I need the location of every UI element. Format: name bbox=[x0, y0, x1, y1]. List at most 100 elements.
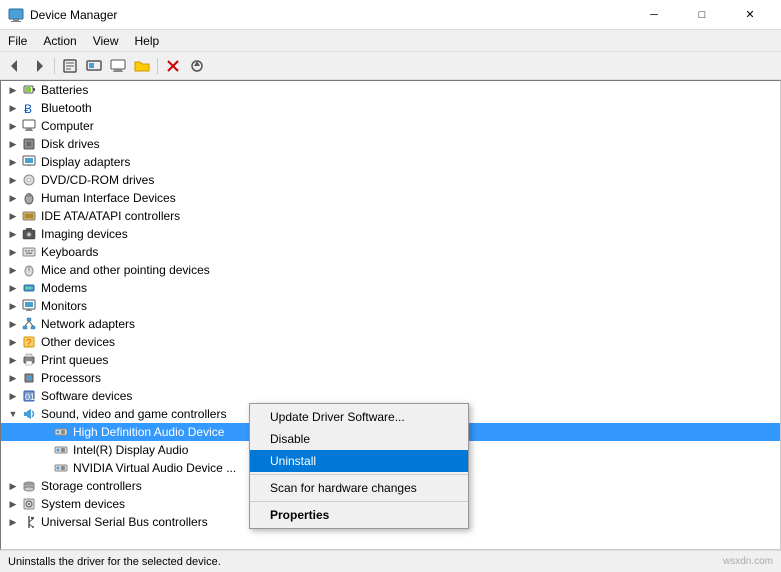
toolbar-computer[interactable] bbox=[107, 55, 129, 77]
icon-display-adapters bbox=[21, 154, 37, 170]
expand-btn-storage-controllers[interactable]: ▶ bbox=[5, 478, 21, 494]
tree-item-computer[interactable]: ▶Computer bbox=[1, 117, 780, 135]
expand-btn-display-adapters[interactable]: ▶ bbox=[5, 154, 21, 170]
title-bar: Device Manager ─ □ ✕ bbox=[0, 0, 781, 30]
icon-modems bbox=[21, 280, 37, 296]
tree-item-batteries[interactable]: ▶Batteries bbox=[1, 81, 780, 99]
main-content: ▶Batteries▶ɃBluetooth▶Computer▶Disk driv… bbox=[0, 80, 781, 550]
icon-print-queues bbox=[21, 352, 37, 368]
expand-btn-processors[interactable]: ▶ bbox=[5, 370, 21, 386]
tree-item-system-devices[interactable]: ▶ System devices bbox=[1, 495, 780, 513]
icon-disk-drives bbox=[21, 136, 37, 152]
label-monitors: Monitors bbox=[41, 299, 780, 313]
tree-item-high-def-audio[interactable]: High Definition Audio Device bbox=[1, 423, 780, 441]
tree-item-storage-controllers[interactable]: ▶ Storage controllers bbox=[1, 477, 780, 495]
expand-btn-batteries[interactable]: ▶ bbox=[5, 82, 21, 98]
expand-btn-imaging[interactable]: ▶ bbox=[5, 226, 21, 242]
label-storage-controllers: Storage controllers bbox=[41, 479, 780, 493]
icon-network bbox=[21, 316, 37, 332]
toolbar-uninstall[interactable] bbox=[162, 55, 184, 77]
label-dvd-rom: DVD/CD-ROM drives bbox=[41, 173, 780, 187]
expand-btn-other-devices[interactable]: ▶ bbox=[5, 334, 21, 350]
icon-storage-controllers bbox=[21, 478, 37, 494]
label-keyboards: Keyboards bbox=[41, 245, 780, 259]
expand-btn-print-queues[interactable]: ▶ bbox=[5, 352, 21, 368]
app-icon bbox=[8, 7, 24, 23]
tree-item-network[interactable]: ▶ Network adapters bbox=[1, 315, 780, 333]
icon-batteries bbox=[21, 82, 37, 98]
label-processors: Processors bbox=[41, 371, 780, 385]
icon-dvd-rom bbox=[21, 172, 37, 188]
label-intel-display-audio: Intel(R) Display Audio bbox=[73, 443, 780, 457]
toolbar-folder[interactable] bbox=[131, 55, 153, 77]
tree-item-print-queues[interactable]: ▶ Print queues bbox=[1, 351, 780, 369]
toolbar-properties[interactable] bbox=[59, 55, 81, 77]
tree-item-imaging[interactable]: ▶Imaging devices bbox=[1, 225, 780, 243]
icon-monitors bbox=[21, 298, 37, 314]
expand-btn-monitors[interactable]: ▶ bbox=[5, 298, 21, 314]
icon-processors bbox=[21, 370, 37, 386]
expand-btn-sound-video[interactable]: ▼ bbox=[5, 406, 21, 422]
label-high-def-audio: High Definition Audio Device bbox=[73, 425, 780, 439]
tree-item-intel-display-audio[interactable]: Intel(R) Display Audio bbox=[1, 441, 780, 459]
toolbar-forward[interactable] bbox=[28, 55, 50, 77]
toolbar-update-driver[interactable] bbox=[83, 55, 105, 77]
minimize-button[interactable]: ─ bbox=[631, 0, 677, 30]
expand-btn-system-devices[interactable]: ▶ bbox=[5, 496, 21, 512]
expand-btn-bluetooth[interactable]: ▶ bbox=[5, 100, 21, 116]
label-network: Network adapters bbox=[41, 317, 780, 331]
expand-btn-network[interactable]: ▶ bbox=[5, 316, 21, 332]
tree-item-keyboards[interactable]: ▶ Keyboards bbox=[1, 243, 780, 261]
tree-item-software-devices[interactable]: ▶01Software devices bbox=[1, 387, 780, 405]
tree-item-usb-controllers[interactable]: ▶ Universal Serial Bus controllers bbox=[1, 513, 780, 531]
label-system-devices: System devices bbox=[41, 497, 780, 511]
label-ide-ata: IDE ATA/ATAPI controllers bbox=[41, 209, 780, 223]
tree-item-mice[interactable]: ▶Mice and other pointing devices bbox=[1, 261, 780, 279]
label-human-interface: Human Interface Devices bbox=[41, 191, 780, 205]
toolbar-back[interactable] bbox=[4, 55, 26, 77]
menu-action[interactable]: Action bbox=[35, 30, 84, 52]
tree-item-nvidia-virtual[interactable]: NVIDIA Virtual Audio Device ... bbox=[1, 459, 780, 477]
tree-item-modems[interactable]: ▶Modems bbox=[1, 279, 780, 297]
tree-item-human-interface[interactable]: ▶ Human Interface Devices bbox=[1, 189, 780, 207]
tree-item-display-adapters[interactable]: ▶ Display adapters bbox=[1, 153, 780, 171]
menu-view[interactable]: View bbox=[85, 30, 127, 52]
expand-btn-mice[interactable]: ▶ bbox=[5, 262, 21, 278]
expand-btn-ide-ata[interactable]: ▶ bbox=[5, 208, 21, 224]
svg-text:01: 01 bbox=[25, 392, 35, 402]
expand-btn-computer[interactable]: ▶ bbox=[5, 118, 21, 134]
label-usb-controllers: Universal Serial Bus controllers bbox=[41, 515, 780, 529]
toolbar-sep2 bbox=[157, 58, 158, 74]
label-display-adapters: Display adapters bbox=[41, 155, 780, 169]
label-print-queues: Print queues bbox=[41, 353, 780, 367]
label-sound-video: Sound, video and game controllers bbox=[41, 407, 780, 421]
close-button[interactable]: ✕ bbox=[727, 0, 773, 30]
expand-btn-software-devices[interactable]: ▶ bbox=[5, 388, 21, 404]
tree-item-sound-video[interactable]: ▼ Sound, video and game controllers bbox=[1, 405, 780, 423]
status-bar: Uninstalls the driver for the selected d… bbox=[0, 550, 781, 572]
tree-item-dvd-rom[interactable]: ▶ DVD/CD-ROM drives bbox=[1, 171, 780, 189]
icon-imaging bbox=[21, 226, 37, 242]
toolbar-scan[interactable] bbox=[186, 55, 208, 77]
tree-item-bluetooth[interactable]: ▶ɃBluetooth bbox=[1, 99, 780, 117]
label-bluetooth: Bluetooth bbox=[41, 101, 780, 115]
tree-item-ide-ata[interactable]: ▶ IDE ATA/ATAPI controllers bbox=[1, 207, 780, 225]
watermark: wsxdn.com bbox=[723, 556, 773, 567]
tree-item-processors[interactable]: ▶ Processors bbox=[1, 369, 780, 387]
expand-btn-human-interface[interactable]: ▶ bbox=[5, 190, 21, 206]
expand-btn-modems[interactable]: ▶ bbox=[5, 280, 21, 296]
expand-btn-disk-drives[interactable]: ▶ bbox=[5, 136, 21, 152]
tree-item-other-devices[interactable]: ▶?Other devices bbox=[1, 333, 780, 351]
icon-sound-video bbox=[21, 406, 37, 422]
menu-help[interactable]: Help bbox=[127, 30, 168, 52]
tree-item-disk-drives[interactable]: ▶Disk drives bbox=[1, 135, 780, 153]
device-tree[interactable]: ▶Batteries▶ɃBluetooth▶Computer▶Disk driv… bbox=[0, 80, 781, 550]
expand-btn-usb-controllers[interactable]: ▶ bbox=[5, 514, 21, 530]
expand-btn-keyboards[interactable]: ▶ bbox=[5, 244, 21, 260]
maximize-button[interactable]: □ bbox=[679, 0, 725, 30]
toolbar-sep1 bbox=[54, 58, 55, 74]
status-text: Uninstalls the driver for the selected d… bbox=[8, 556, 221, 568]
tree-item-monitors[interactable]: ▶ Monitors bbox=[1, 297, 780, 315]
expand-btn-dvd-rom[interactable]: ▶ bbox=[5, 172, 21, 188]
menu-file[interactable]: File bbox=[0, 30, 35, 52]
